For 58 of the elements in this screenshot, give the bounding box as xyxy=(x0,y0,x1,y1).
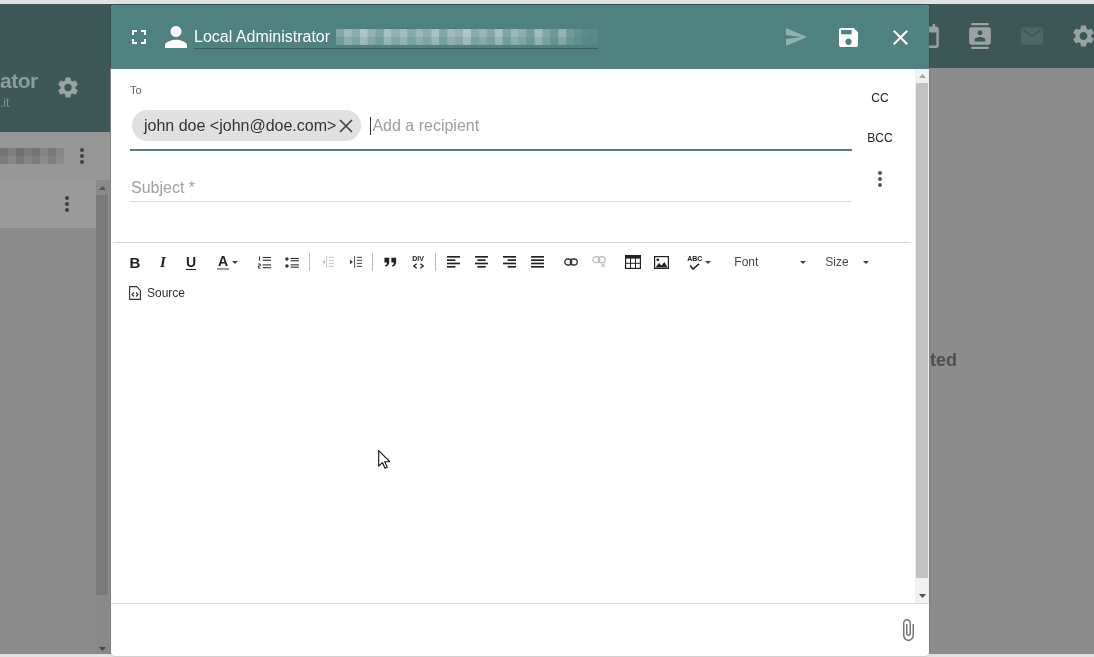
recipient-option-button[interactable]: CC xyxy=(865,83,895,113)
scroll-down-arrow-icon[interactable] xyxy=(98,647,106,651)
caret-icon xyxy=(800,260,807,264)
bold-button[interactable]: B xyxy=(121,250,149,274)
toolbar-dropdown[interactable]: Size xyxy=(814,250,869,274)
scroll-down-arrow-icon[interactable] xyxy=(918,594,926,598)
blurred-text-block xyxy=(0,148,64,164)
scrollbar-thumb[interactable] xyxy=(96,195,108,595)
paperclip-icon[interactable] xyxy=(903,619,914,641)
send-icon xyxy=(785,28,807,46)
account-address: .it xyxy=(0,96,10,110)
to-label: To xyxy=(130,83,143,97)
person-icon xyxy=(165,26,187,48)
scroll-up-arrow-icon[interactable] xyxy=(98,186,106,190)
caret-icon xyxy=(705,260,712,264)
source-button[interactable]: Source xyxy=(121,281,192,305)
sender-select[interactable]: Local Administrator xyxy=(194,25,599,49)
fullscreen-icon[interactable] xyxy=(132,30,146,44)
recipient-option-button[interactable]: BCC xyxy=(861,123,899,153)
justify-icon xyxy=(530,256,544,268)
numbered-list-icon xyxy=(257,255,272,269)
mouse-pointer-icon xyxy=(378,450,390,469)
recipient-chip[interactable]: john doe <john@doe.com> xyxy=(132,110,362,141)
align-right-icon xyxy=(502,256,516,268)
quote-icon xyxy=(383,257,397,267)
text-color-button[interactable]: A xyxy=(211,250,245,274)
caret-icon xyxy=(232,260,239,264)
unlink-icon xyxy=(592,256,607,268)
align-center-icon xyxy=(474,256,488,268)
align-left-icon xyxy=(446,256,460,268)
toolbar-dropdown[interactable]: Font xyxy=(723,250,807,274)
settings-icon[interactable] xyxy=(1073,25,1094,47)
image-icon xyxy=(653,255,669,269)
scrollbar-thumb[interactable] xyxy=(916,83,928,578)
code-icon xyxy=(412,263,424,269)
contacts-icon[interactable] xyxy=(969,23,991,49)
close-icon xyxy=(892,29,908,45)
account-name: ator xyxy=(0,69,38,93)
caret-icon xyxy=(862,260,869,264)
recipient-field[interactable]: john doe <john@doe.com> Add a recipient xyxy=(130,110,852,151)
indent-icon xyxy=(348,256,362,268)
save-icon xyxy=(838,27,858,47)
kebab-icon xyxy=(878,171,882,187)
link-icon xyxy=(564,258,579,266)
empty-state-message: ted xyxy=(930,350,957,370)
kebab-icon[interactable] xyxy=(80,148,84,164)
outdent-icon xyxy=(320,256,334,268)
kebab-icon[interactable] xyxy=(65,196,69,212)
underline-button[interactable]: U xyxy=(177,250,205,274)
bulleted-list-icon xyxy=(285,256,300,268)
italic-button[interactable]: I xyxy=(149,250,177,274)
check-icon xyxy=(689,262,701,270)
scroll-up-arrow-icon[interactable] xyxy=(918,74,926,78)
remove-icon[interactable] xyxy=(339,118,354,133)
settings-icon[interactable] xyxy=(58,77,78,98)
table-icon xyxy=(625,255,642,269)
text-caret xyxy=(370,116,372,135)
source-icon xyxy=(129,286,141,300)
